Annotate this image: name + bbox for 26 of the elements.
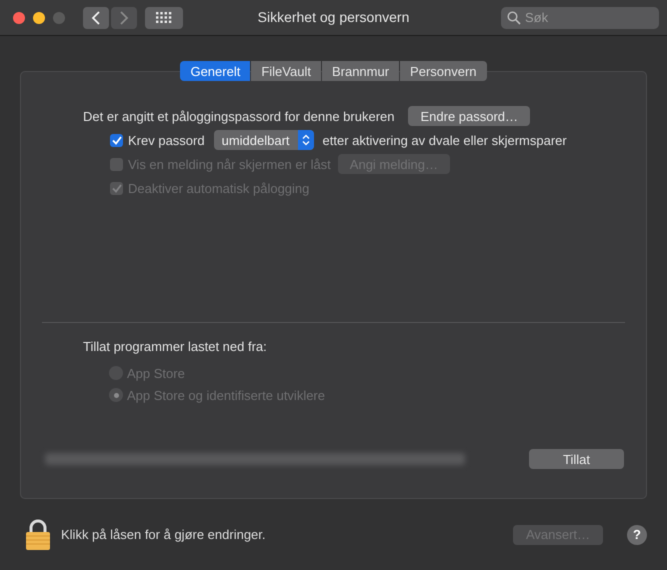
tab[interactable]: Personvern xyxy=(400,61,487,81)
padlock-icon[interactable] xyxy=(25,518,51,550)
checkbox[interactable] xyxy=(110,134,123,146)
change-password-button[interactable]: Endre passord… xyxy=(408,106,530,126)
show-all-button[interactable] xyxy=(145,6,183,28)
updown-arrows-icon xyxy=(298,130,314,150)
checkbox-label: Krev passord xyxy=(128,132,205,148)
delay-dropdown[interactable]: umiddelbart xyxy=(214,130,314,150)
close-button[interactable] xyxy=(13,12,25,24)
grid-icon xyxy=(156,12,172,24)
password-status-text: Det er angitt et påloggingspassord for denne brukeren xyxy=(83,108,394,124)
search-field[interactable]: Søk xyxy=(501,6,659,28)
search-icon xyxy=(507,10,521,24)
lock-hint-text: Klikk på låsen for å gjøre endringer. xyxy=(61,527,266,542)
tab[interactable]: Brannmur xyxy=(322,61,400,81)
section-heading: Tillat programmer lastet ned fra: xyxy=(83,339,268,356)
allow-button[interactable]: Tillat xyxy=(529,449,624,469)
minimize-button[interactable] xyxy=(33,12,45,24)
tab[interactable]: Generelt xyxy=(180,61,250,81)
option-suffix-text: etter aktivering av dvale eller skjermsparer xyxy=(322,132,567,148)
tab[interactable]: FileVault xyxy=(251,61,321,81)
window-title: Sikkerhet og personvern xyxy=(258,9,410,25)
back-button[interactable] xyxy=(83,6,109,28)
chevron-right-icon xyxy=(119,10,129,24)
help-button[interactable]: ? xyxy=(627,524,647,544)
chevron-left-icon xyxy=(91,10,101,24)
